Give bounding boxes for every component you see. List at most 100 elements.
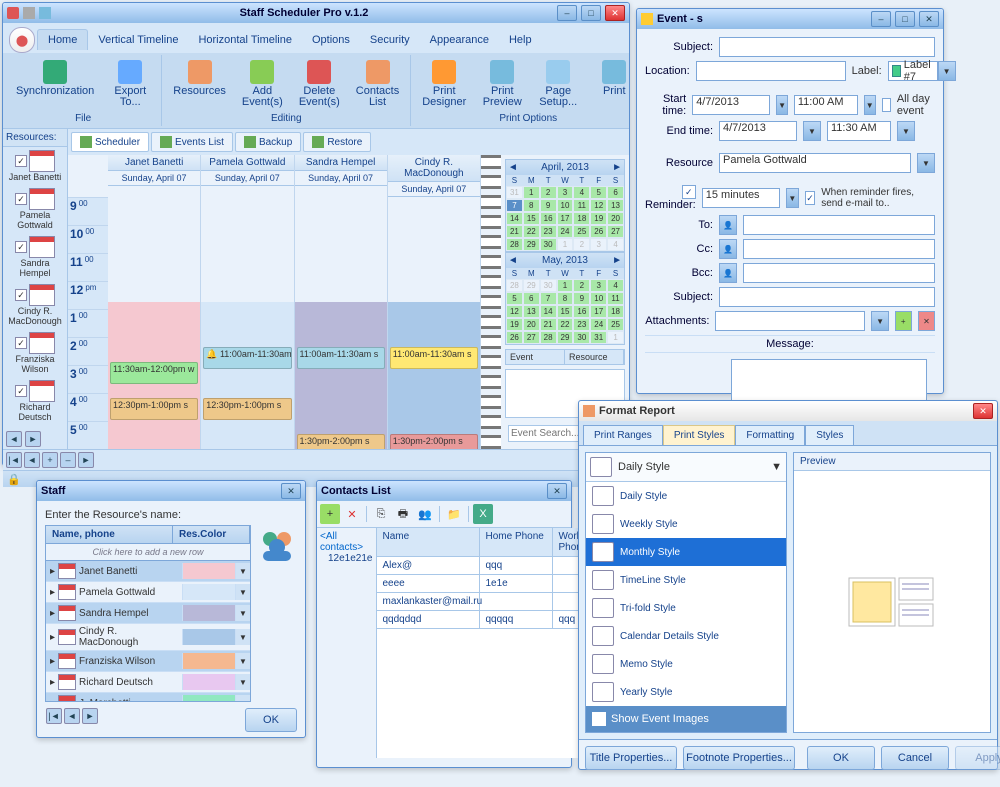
footnote-properties-button[interactable]: Footnote Properties...: [683, 746, 795, 770]
schedule-event[interactable]: 🔔 11:00am-11:30am: [203, 347, 291, 369]
attach-dropdown[interactable]: ▼: [871, 311, 888, 331]
view-tab-backup[interactable]: Backup: [235, 132, 301, 152]
staff-row[interactable]: ▸Sandra Hempel▼: [46, 603, 250, 624]
attach-remove[interactable]: ✕: [918, 311, 935, 331]
staff-add-row-hint[interactable]: Click here to add a new row: [45, 544, 251, 561]
resource-item[interactable]: ✓Janet Banetti: [3, 147, 67, 185]
attach-input[interactable]: [715, 311, 865, 331]
contacts-tree[interactable]: <All contacts> 12e1e21e: [317, 528, 377, 758]
subject-input[interactable]: [719, 37, 935, 57]
report-apply-button[interactable]: Apply: [955, 746, 1000, 770]
ribbon-printbutton[interactable]: Print: [589, 57, 639, 111]
style-item[interactable]: Calendar Details Style: [586, 622, 786, 650]
contact-row[interactable]: maxlankaster@mail.ru: [377, 593, 595, 611]
cc-picker[interactable]: 👤: [719, 239, 737, 259]
maximize-button[interactable]: □: [581, 5, 601, 21]
staff-row[interactable]: ▸J. Marchetti▼: [46, 693, 250, 702]
staff-ok-button[interactable]: OK: [245, 708, 297, 732]
cc-input[interactable]: [743, 239, 935, 259]
schedule-event[interactable]: 11:00am-11:30am s: [297, 347, 385, 369]
ribbon-resourcesbutton[interactable]: Resources: [168, 57, 231, 111]
schedule-event[interactable]: 1:30pm-2:00pm s: [390, 434, 478, 449]
contact-group-icon[interactable]: 👥: [415, 504, 435, 524]
style-dropdown[interactable]: Daily Style▼: [586, 453, 786, 482]
ribbon-export-to-button[interactable]: Export To...: [105, 57, 155, 111]
reminder-value[interactable]: 15 minutes: [702, 188, 780, 208]
style-item[interactable]: Daily Style: [586, 482, 786, 510]
nav-remove[interactable]: –: [60, 452, 76, 468]
ribbon-tab-options[interactable]: Options: [302, 30, 360, 50]
start-time-picker[interactable]: ▼: [864, 95, 876, 115]
ribbon-tab-vertical-timeline[interactable]: Vertical Timeline: [88, 30, 188, 50]
reminder-email-checkbox[interactable]: ✓: [805, 191, 815, 205]
location-input[interactable]: [696, 61, 846, 81]
qat-icon[interactable]: [39, 7, 51, 19]
mini-calendar[interactable]: ◄April, 2013►SMTWTFS31123456789101112131…: [505, 159, 625, 252]
view-tab-restore[interactable]: Restore: [303, 132, 371, 152]
report-tab-print-styles[interactable]: Print Styles: [663, 425, 736, 445]
report-close[interactable]: ✕: [973, 403, 993, 419]
event-minimize[interactable]: –: [871, 11, 891, 27]
schedule-event[interactable]: 11:30am-12:00pm w: [110, 362, 198, 384]
ribbon-contacts-listbutton[interactable]: Contacts List: [351, 57, 404, 111]
nav-first[interactable]: |◄: [6, 452, 22, 468]
ribbon-tab-home[interactable]: Home: [37, 29, 88, 50]
ribbon-print-previewbutton[interactable]: Print Preview: [477, 57, 527, 111]
reminder-checkbox[interactable]: ✓: [682, 185, 696, 199]
start-date[interactable]: 4/7/2013: [692, 95, 770, 115]
ribbon-delete-event-s-button[interactable]: Delete Event(s): [294, 57, 345, 111]
report-ok-button[interactable]: OK: [807, 746, 875, 770]
ribbon-tab-horizontal-timeline[interactable]: Horizontal Timeline: [188, 30, 302, 50]
nav-prev[interactable]: ◄: [24, 452, 40, 468]
style-item[interactable]: Tri-fold Style: [586, 594, 786, 622]
contact-print-icon[interactable]: 🖶: [393, 504, 413, 524]
mail-subject-input[interactable]: [719, 287, 935, 307]
label-dropdown[interactable]: ▼: [938, 61, 956, 81]
app-menu-icon[interactable]: ⬤: [9, 27, 35, 53]
minimize-button[interactable]: –: [557, 5, 577, 21]
style-item[interactable]: Weekly Style: [586, 510, 786, 538]
nav-next[interactable]: ►: [78, 452, 94, 468]
start-time[interactable]: 11:00 AM: [794, 95, 858, 115]
bcc-input[interactable]: [743, 263, 935, 283]
nav-add[interactable]: +: [42, 452, 58, 468]
ribbon-tab-security[interactable]: Security: [360, 30, 420, 50]
staff-row[interactable]: ▸Janet Banetti▼: [46, 561, 250, 582]
style-item[interactable]: Memo Style: [586, 650, 786, 678]
event-close[interactable]: ✕: [919, 11, 939, 27]
resource-item[interactable]: ✓Sandra Hempel: [3, 233, 67, 281]
staff-row[interactable]: ▸Cindy R. MacDonough▼: [46, 624, 250, 651]
contact-add-icon[interactable]: +: [320, 504, 340, 524]
report-tab-styles[interactable]: Styles: [805, 425, 854, 445]
resource-dropdown[interactable]: ▼: [917, 153, 935, 173]
schedule-event[interactable]: 1:30pm-2:00pm s: [297, 434, 385, 449]
resource-select[interactable]: Pamela Gottwald: [719, 153, 911, 173]
end-time[interactable]: 11:30 AM: [827, 121, 891, 141]
bcc-picker[interactable]: 👤: [719, 263, 737, 283]
view-tab-events-list[interactable]: Events List: [151, 132, 233, 152]
contact-folder-icon[interactable]: 📁: [444, 504, 464, 524]
staff-close[interactable]: ✕: [281, 483, 301, 499]
staff-row[interactable]: ▸Franziska Wilson▼: [46, 651, 250, 672]
to-picker[interactable]: 👤: [719, 215, 737, 235]
resource-nav-next[interactable]: ►: [25, 431, 41, 447]
ribbon-tab-help[interactable]: Help: [499, 30, 542, 50]
resource-item[interactable]: ✓Franziska Wilson: [3, 329, 67, 377]
ribbon-page-setup-button[interactable]: Page Setup...: [533, 57, 583, 111]
reminder-dropdown[interactable]: ▼: [786, 188, 799, 208]
contacts-close[interactable]: ✕: [547, 483, 567, 499]
ribbon-add-event-s-button[interactable]: Add Event(s): [237, 57, 288, 111]
end-date-picker[interactable]: ▼: [803, 121, 821, 141]
contact-copy-icon[interactable]: ⎘: [371, 504, 391, 524]
view-tab-scheduler[interactable]: Scheduler: [71, 132, 149, 152]
contact-export-icon[interactable]: X: [473, 504, 493, 524]
contact-delete-icon[interactable]: ✕: [342, 504, 362, 524]
attach-add[interactable]: +: [895, 311, 912, 331]
resource-nav-prev[interactable]: ◄: [6, 431, 22, 447]
print-icon[interactable]: [23, 7, 35, 19]
report-tab-formatting[interactable]: Formatting: [735, 425, 805, 445]
staff-nav-next[interactable]: ►: [82, 708, 98, 724]
staff-row[interactable]: ▸Richard Deutsch▼: [46, 672, 250, 693]
close-button[interactable]: ✕: [605, 5, 625, 21]
contact-row[interactable]: eeee1e1e: [377, 575, 595, 593]
